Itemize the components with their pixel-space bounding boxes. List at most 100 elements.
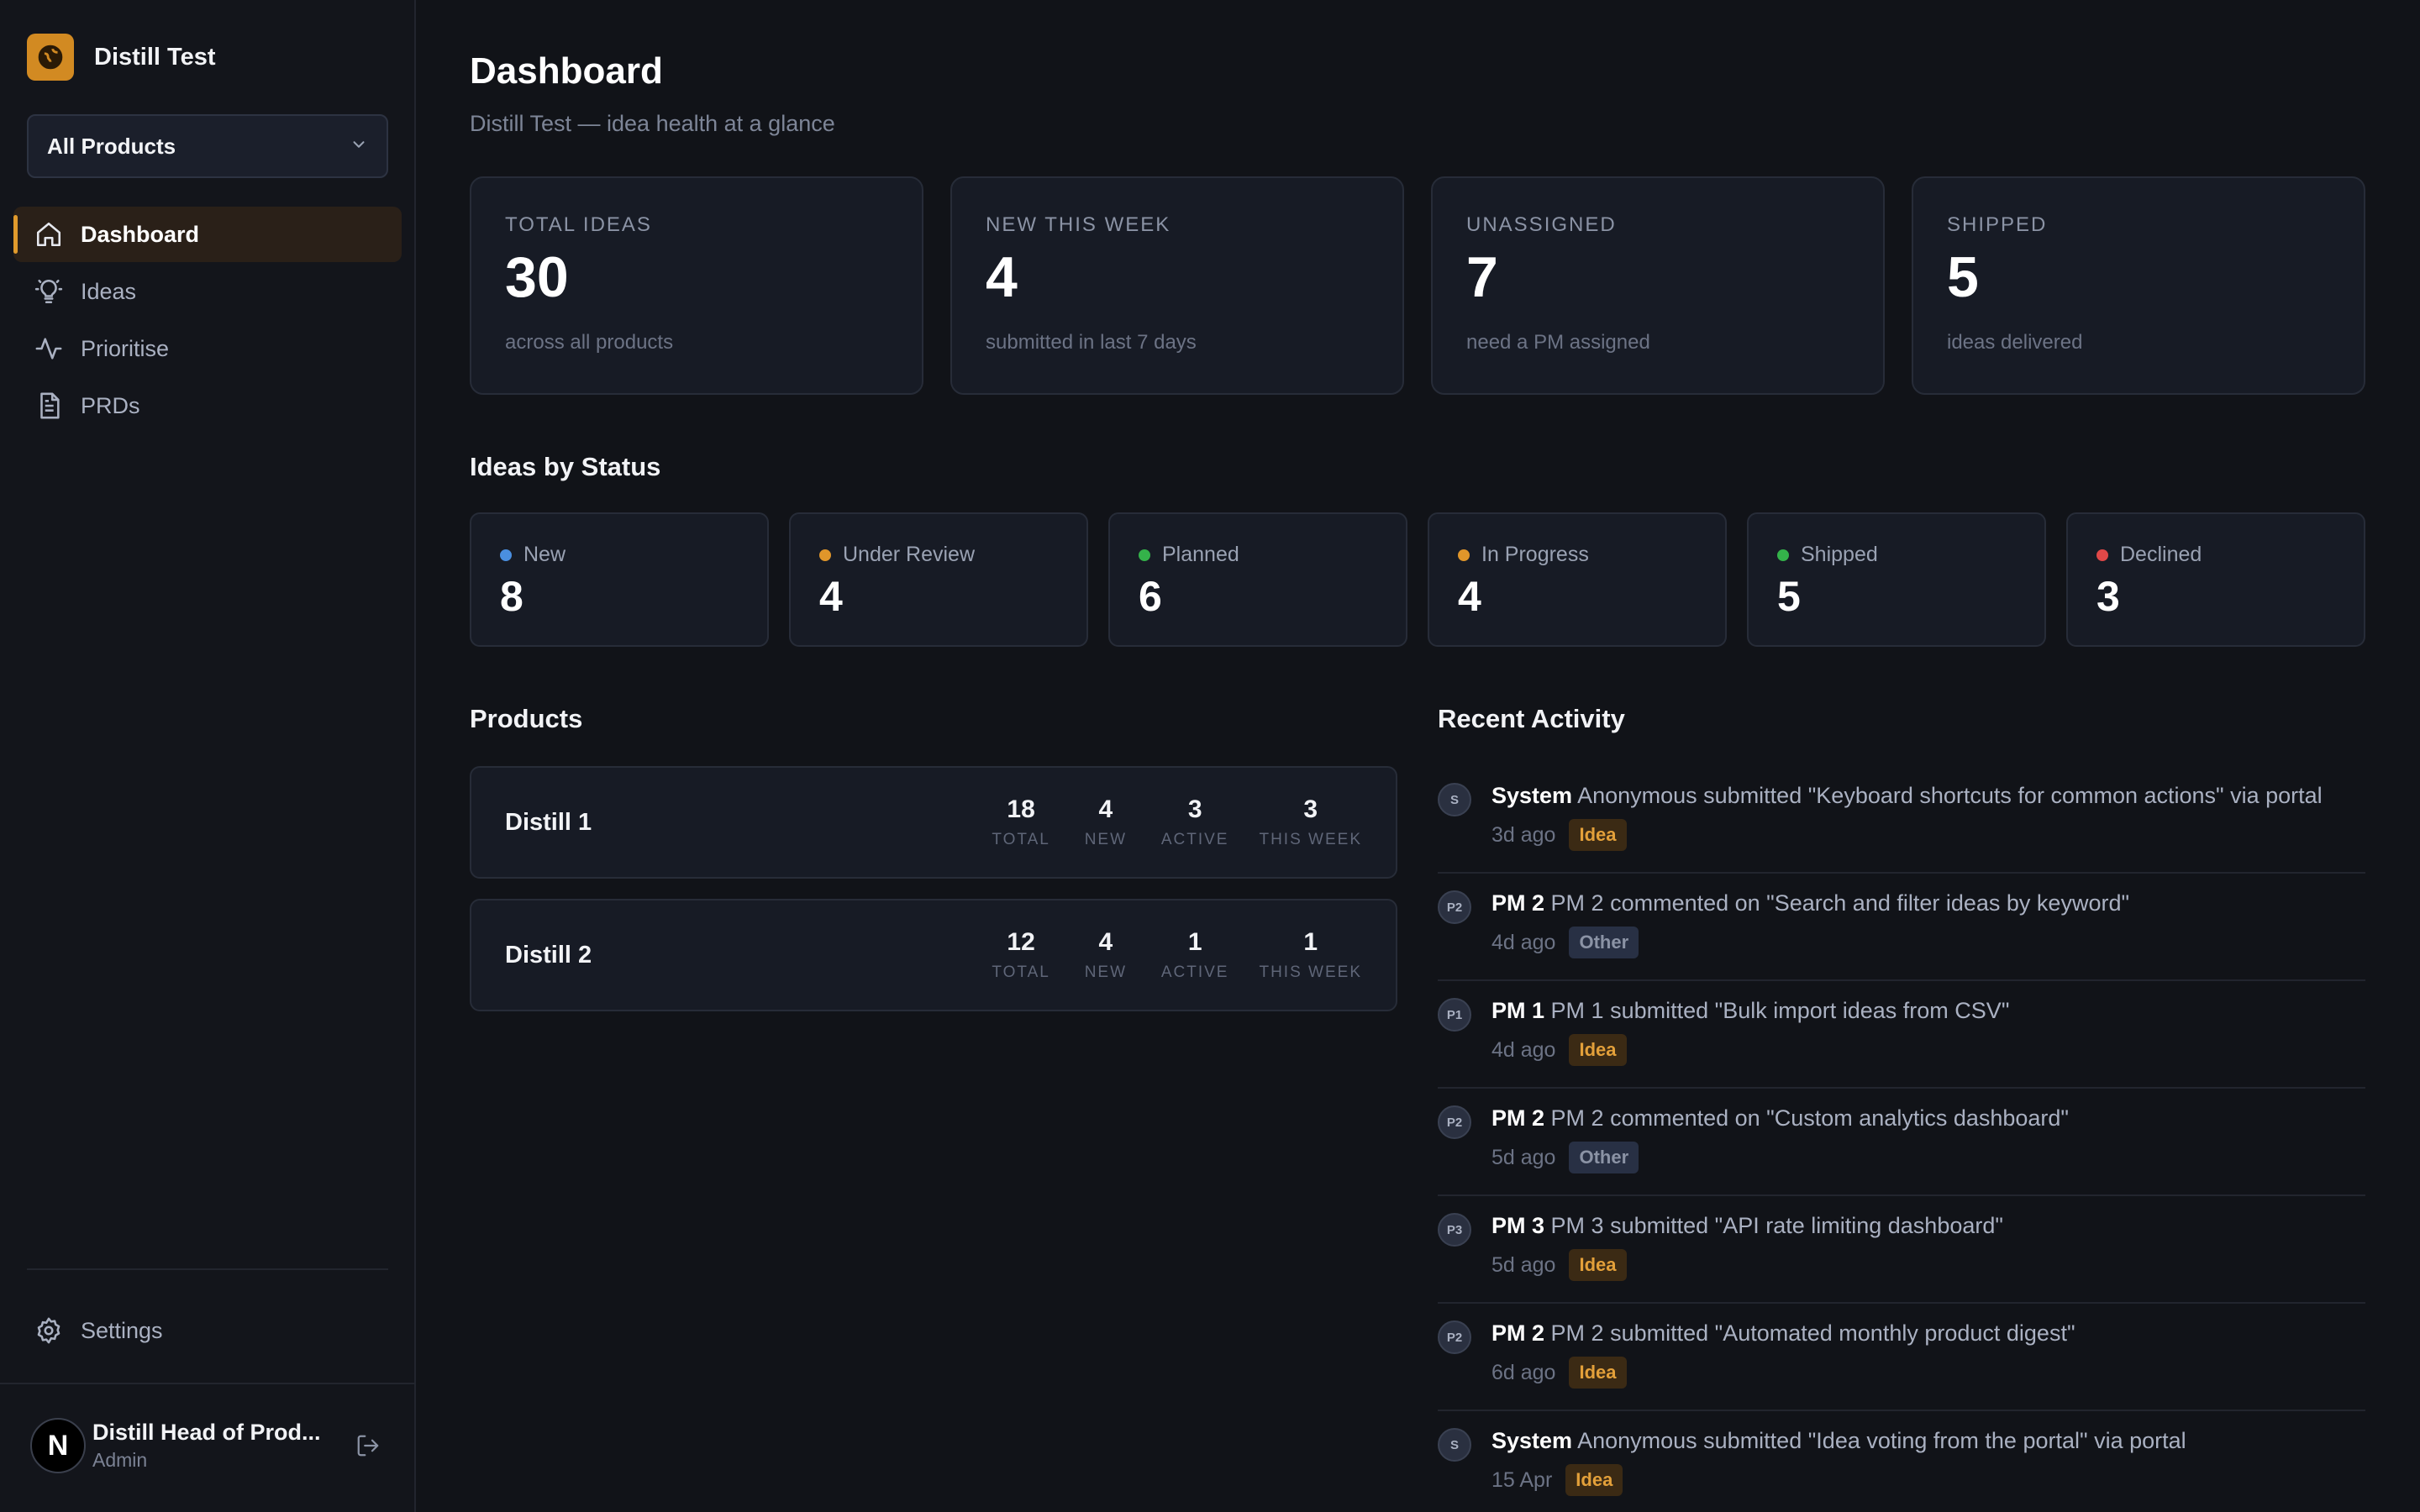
- sidebar-item-prioritise[interactable]: Prioritise: [13, 321, 402, 376]
- user-text: Distill Head of Prod... Admin: [92, 1420, 321, 1472]
- kpi-card-shipped: SHIPPED 5 ideas delivered: [1912, 176, 2365, 395]
- activity-tag: Idea: [1565, 1464, 1623, 1496]
- kpi-card-unassigned: UNASSIGNED 7 need a PM assigned: [1431, 176, 1885, 395]
- product-name: Distill 2: [505, 941, 592, 969]
- status-head: Under Review: [819, 543, 1058, 567]
- stat-label: NEW: [1084, 831, 1128, 848]
- stat-this-week: 3 THIS WEEK: [1259, 795, 1362, 849]
- gear-icon: [34, 1315, 64, 1346]
- activity-actor: PM 2: [1491, 890, 1545, 916]
- kpi-label: NEW THIS WEEK: [986, 213, 1171, 236]
- actor-badge: P3: [1438, 1213, 1471, 1247]
- status-label: Declined: [2120, 543, 2202, 566]
- activity-line: PM 2 PM 2 submitted "Automated monthly p…: [1491, 1320, 2365, 1347]
- sidebar-item-dashboard[interactable]: Dashboard: [13, 207, 402, 262]
- user-role: Admin: [92, 1449, 148, 1471]
- activity-meta: 15 Apr Idea: [1491, 1464, 2365, 1496]
- actor-badge: P1: [1438, 998, 1471, 1032]
- activity-text: PM 2 commented on "Search and filter ide…: [1550, 890, 2130, 916]
- stat-total: 18 TOTAL: [992, 795, 1050, 849]
- status-dot: [500, 549, 512, 561]
- status-dot: [1139, 549, 1150, 561]
- kpi-label: TOTAL IDEAS: [505, 213, 652, 236]
- kpi-row: TOTAL IDEAS 30 across all products NEW T…: [470, 176, 2365, 395]
- stat-new: 4 NEW: [1081, 928, 1131, 982]
- sidebar-item-prds[interactable]: PRDs: [13, 378, 402, 433]
- kpi-note: need a PM assigned: [1466, 331, 1650, 354]
- activity-text: PM 2 commented on "Custom analytics dash…: [1550, 1105, 2070, 1131]
- settings-label: Settings: [81, 1317, 163, 1343]
- kpi-value: 30: [505, 245, 569, 309]
- product-select[interactable]: All Products: [27, 114, 388, 178]
- sidebar-nav: Dashboard Ideas Prioritise PRDs: [13, 207, 402, 435]
- sidebar: Distill Test All Products Dashboard Idea…: [0, 0, 416, 1512]
- activity-line: PM 3 PM 3 submitted "API rate limiting d…: [1491, 1213, 2365, 1239]
- stat-label: ACTIVE: [1160, 831, 1229, 848]
- activity-meta: 6d ago Idea: [1491, 1357, 2365, 1389]
- activity-time: 5d ago: [1491, 1252, 1556, 1277]
- sidebar-item-settings[interactable]: Settings: [34, 1315, 163, 1346]
- page-subtitle: Distill Test — idea health at a glance: [470, 111, 835, 136]
- activity-line: PM 2 PM 2 commented on "Custom analytics…: [1491, 1105, 2365, 1131]
- stat-active: 3 ACTIVE: [1161, 795, 1229, 849]
- app-name: Distill Test: [94, 43, 216, 71]
- product-select-value: All Products: [47, 133, 176, 159]
- user-profile[interactable]: N Distill Head of Prod... Admin: [27, 1415, 388, 1477]
- status-card-planned[interactable]: Planned 6: [1108, 512, 1407, 647]
- product-stats: 12 TOTAL 4 NEW 1 ACTIVE 1 THIS WEEK: [992, 928, 1362, 982]
- activity-actor: PM 2: [1491, 1320, 1545, 1346]
- activity-actor: PM 2: [1491, 1105, 1545, 1131]
- activity-meta: 5d ago Other: [1491, 1142, 2365, 1173]
- status-head: Planned: [1139, 543, 1377, 567]
- stat-new: 4 NEW: [1081, 795, 1131, 849]
- status-count: 3: [2096, 573, 2120, 620]
- activity-tag: Idea: [1569, 1249, 1627, 1281]
- kpi-note: submitted in last 7 days: [986, 331, 1197, 354]
- status-dot: [1777, 549, 1789, 561]
- document-icon: [34, 391, 64, 421]
- activity-item[interactable]: P2 PM 2 PM 2 submitted "Automated monthl…: [1438, 1304, 2365, 1411]
- activity-actor: System: [1491, 783, 1573, 808]
- activity-item[interactable]: P2 PM 2 PM 2 commented on "Search and fi…: [1438, 874, 2365, 981]
- status-label: Planned: [1162, 543, 1239, 566]
- status-head: In Progress: [1458, 543, 1697, 567]
- kpi-note: across all products: [505, 331, 674, 354]
- stat-label: THIS WEEK: [1259, 831, 1362, 848]
- activity-actor: System: [1491, 1428, 1573, 1453]
- logout-icon[interactable]: [351, 1429, 385, 1462]
- sidebar-item-label: Ideas: [81, 278, 137, 304]
- activity-item[interactable]: S System Anonymous submitted "Idea votin…: [1438, 1411, 2365, 1512]
- activity-time: 6d ago: [1491, 1360, 1556, 1384]
- brand[interactable]: Distill Test: [27, 34, 216, 81]
- activity-tag: Idea: [1569, 1034, 1627, 1066]
- stat-label: TOTAL: [992, 963, 1050, 981]
- status-row: New 8 Under Review 4 Planned 6 In Progre…: [470, 512, 2365, 647]
- status-label: In Progress: [1481, 543, 1589, 566]
- status-section-title: Ideas by Status: [470, 452, 661, 481]
- activity-tag: Other: [1569, 1142, 1639, 1173]
- status-card-declined[interactable]: Declined 3: [2066, 512, 2365, 647]
- stat-value: 1: [1187, 928, 1202, 956]
- product-card-distill-2[interactable]: Distill 2 12 TOTAL 4 NEW 1 ACTIVE 1 THIS…: [470, 899, 1397, 1011]
- activity-tag: Idea: [1569, 1357, 1627, 1389]
- product-card-distill-1[interactable]: Distill 1 18 TOTAL 4 NEW 3 ACTIVE 3 THIS…: [470, 766, 1397, 879]
- kpi-note: ideas delivered: [1947, 331, 2083, 354]
- activity-item[interactable]: P1 PM 1 PM 1 submitted "Bulk import idea…: [1438, 981, 2365, 1089]
- sidebar-item-ideas[interactable]: Ideas: [13, 264, 402, 319]
- activity-time: 15 Apr: [1491, 1467, 1553, 1492]
- activity-tag: Other: [1569, 927, 1639, 958]
- status-card-in-progress[interactable]: In Progress 4: [1428, 512, 1727, 647]
- status-card-under-review[interactable]: Under Review 4: [789, 512, 1088, 647]
- sidebar-item-label: Dashboard: [81, 221, 200, 247]
- activity-item[interactable]: S System Anonymous submitted "Keyboard s…: [1438, 766, 2365, 874]
- status-card-new[interactable]: New 8: [470, 512, 769, 647]
- activity-time: 5d ago: [1491, 1145, 1556, 1169]
- globe-icon: [27, 34, 74, 81]
- status-card-shipped[interactable]: Shipped 5: [1747, 512, 2046, 647]
- sidebar-item-label: PRDs: [81, 392, 140, 418]
- activity-item[interactable]: P2 PM 2 PM 2 commented on "Custom analyt…: [1438, 1089, 2365, 1196]
- activity-item[interactable]: P3 PM 3 PM 3 submitted "API rate limitin…: [1438, 1196, 2365, 1304]
- stat-value: 12: [1007, 928, 1035, 956]
- page-title: Dashboard: [470, 50, 663, 92]
- actor-badge: S: [1438, 1428, 1471, 1462]
